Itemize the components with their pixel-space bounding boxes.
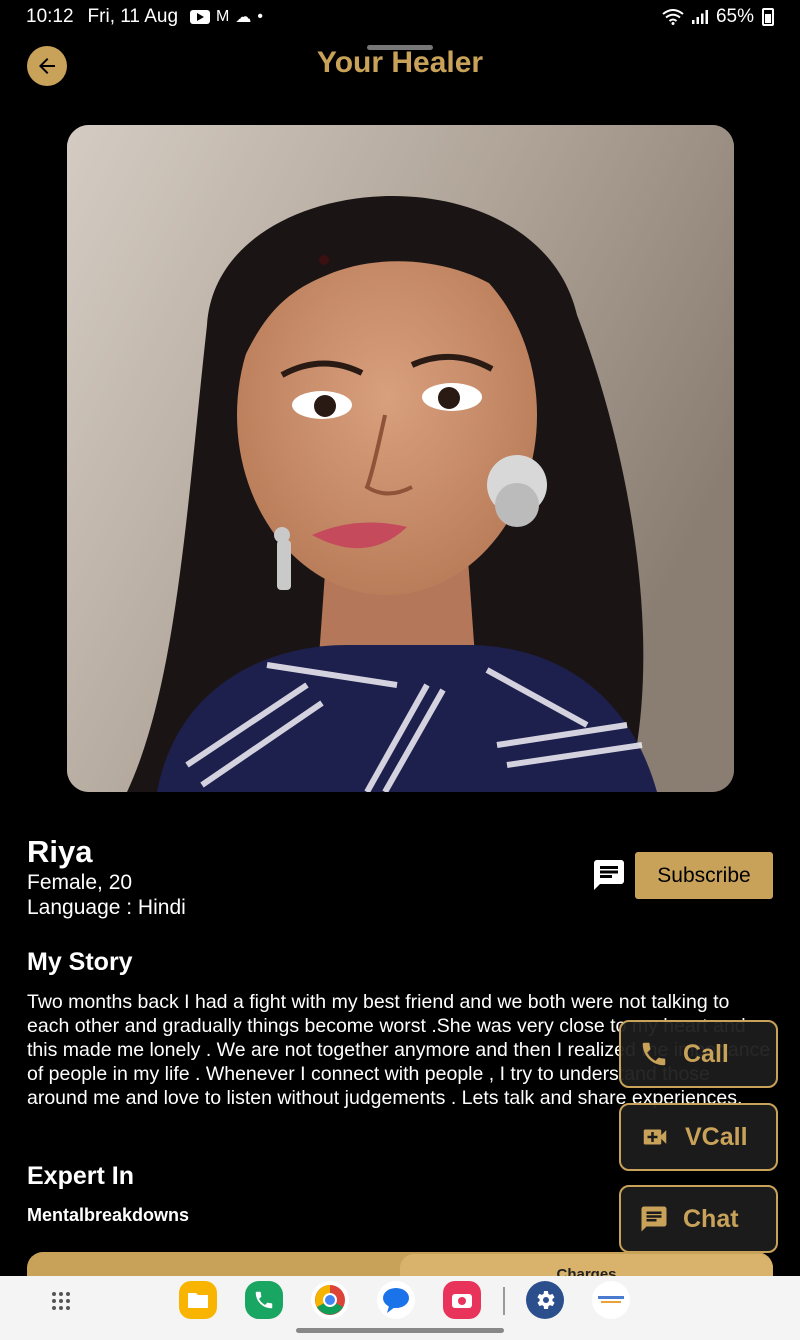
language: Language : Hindi bbox=[27, 896, 186, 919]
vcall-label: VCall bbox=[685, 1122, 748, 1151]
chat-icon bbox=[641, 1206, 667, 1232]
navigation-bar bbox=[0, 1276, 800, 1340]
healer-meta: Female, 20 Language : Hindi bbox=[27, 870, 186, 920]
battery-icon bbox=[762, 8, 774, 26]
files-app-icon[interactable] bbox=[179, 1281, 217, 1319]
settings-app-icon[interactable] bbox=[526, 1281, 564, 1319]
healer-app-icon[interactable] bbox=[592, 1281, 630, 1319]
status-right: 65% bbox=[662, 6, 774, 28]
youtube-icon bbox=[190, 10, 211, 24]
gmail-icon: M bbox=[216, 8, 230, 25]
wifi-icon bbox=[662, 9, 684, 25]
camera-app-icon[interactable] bbox=[443, 1281, 481, 1319]
home-gesture-bar[interactable] bbox=[296, 1328, 504, 1333]
healer-photo bbox=[67, 125, 734, 792]
signal-icon bbox=[691, 10, 708, 24]
message-icon[interactable] bbox=[590, 857, 628, 893]
status-time: 10:12 bbox=[26, 6, 74, 27]
notification-icons: M ☁ • bbox=[190, 7, 263, 27]
expertise-item: Mentalbreakdowns bbox=[27, 1205, 190, 1225]
chat-button[interactable]: Chat bbox=[619, 1185, 778, 1253]
portrait-illustration bbox=[67, 125, 734, 792]
call-button[interactable]: Call bbox=[619, 1020, 778, 1088]
page-title: Your Healer bbox=[316, 46, 484, 79]
my-story-heading: My Story bbox=[27, 948, 133, 976]
phone-icon bbox=[642, 1042, 666, 1066]
cloud-icon: ☁ bbox=[235, 9, 252, 26]
expert-in-heading: Expert In bbox=[27, 1162, 134, 1190]
dock-divider bbox=[503, 1287, 505, 1315]
video-camera-icon bbox=[643, 1129, 667, 1145]
more-dot-icon: • bbox=[257, 8, 263, 25]
chrome-app-icon[interactable] bbox=[311, 1281, 349, 1319]
subscribe-button[interactable]: Subscribe bbox=[635, 852, 773, 899]
status-date: Fri, 11 Aug bbox=[87, 6, 179, 27]
chat-label: Chat bbox=[683, 1204, 739, 1233]
apps-grid-icon[interactable] bbox=[52, 1292, 70, 1310]
messages-app-icon[interactable] bbox=[377, 1281, 415, 1319]
gender-age: Female, 20 bbox=[27, 871, 133, 894]
healer-name: Riya bbox=[27, 834, 93, 869]
phone-app-icon[interactable] bbox=[245, 1281, 283, 1319]
screen: 10:12 Fri, 11 Aug M ☁ • 65% Your Healer bbox=[0, 0, 800, 1340]
status-bar: 10:12 Fri, 11 Aug M ☁ • 65% bbox=[0, 0, 800, 34]
battery-percent: 65% bbox=[715, 6, 754, 27]
call-label: Call bbox=[683, 1039, 729, 1068]
video-call-button[interactable]: VCall bbox=[619, 1103, 778, 1171]
